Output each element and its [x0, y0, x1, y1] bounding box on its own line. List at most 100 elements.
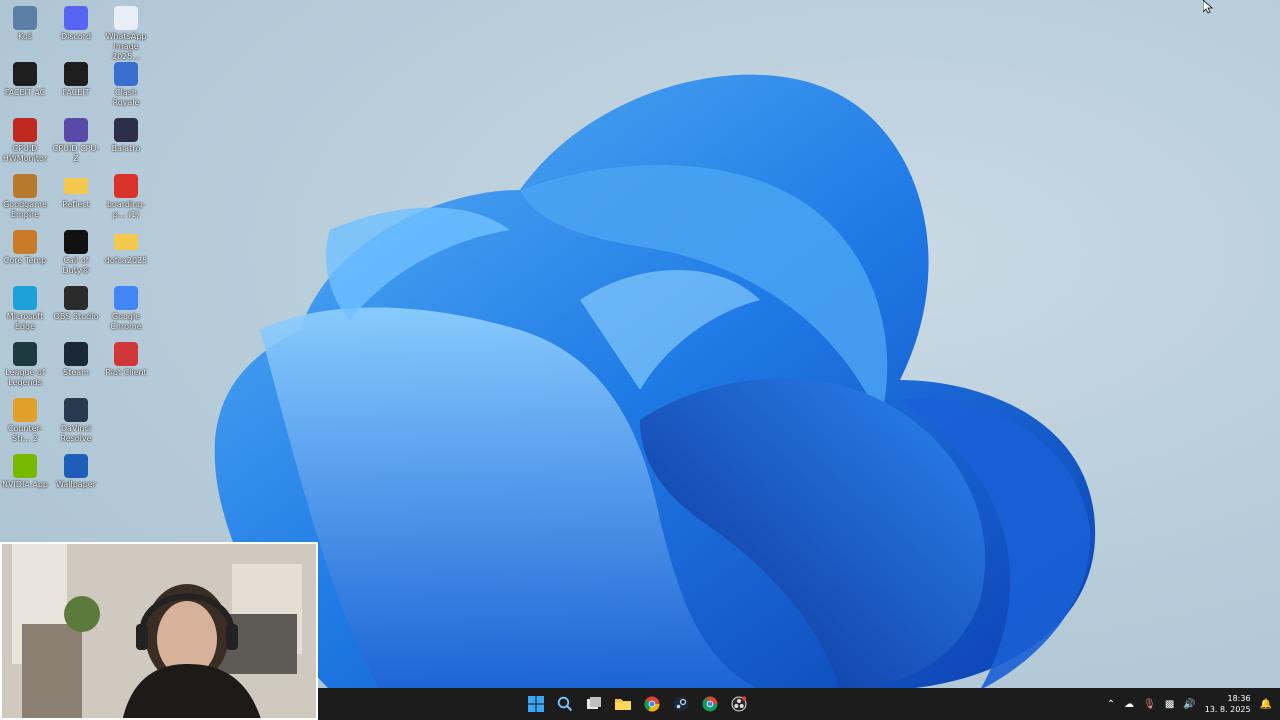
desktop-icon[interactable]: boarding-p... (1)	[101, 170, 151, 220]
desktop-icon-label: Microsoft Edge	[6, 312, 44, 331]
obs-button[interactable]	[727, 692, 751, 716]
clock-date: 13. 8. 2025	[1204, 705, 1251, 714]
webcam-feed-image	[2, 544, 316, 718]
volume-icon[interactable]: 🔊	[1183, 699, 1195, 710]
desktop-icon[interactable]: Microsoft Edge	[0, 282, 50, 332]
desktop-icon-label: Steam	[63, 368, 89, 377]
system-tray: ⌃ ☁ 🎙 ▩ 🔊 18:36 13. 8. 2025 🔔	[1107, 688, 1272, 720]
edge-icon	[13, 286, 37, 310]
desktop-icon[interactable]: dofca2025	[101, 226, 151, 266]
core-temp-icon	[13, 230, 37, 254]
league-icon	[13, 342, 37, 366]
webcam-overlay	[0, 542, 318, 720]
notification-icon[interactable]: 🔔	[1260, 699, 1272, 710]
chrome-icon	[702, 696, 718, 712]
obs-icon	[64, 286, 88, 310]
desktop-icon-label: Koš	[18, 32, 32, 41]
desktop-icon[interactable]: Riot Client	[101, 338, 151, 378]
desktop-icon[interactable]: Goodgame Empire	[0, 170, 50, 220]
folder-icon	[114, 234, 138, 250]
desktop-icon[interactable]: Counter-Str... 2	[0, 394, 50, 444]
file-explorer-button[interactable]	[611, 692, 635, 716]
desktop-icon-label: League of Legends	[5, 368, 45, 387]
cs2-icon	[13, 398, 37, 422]
nvidia-icon	[13, 454, 37, 478]
riot-client-icon	[114, 342, 138, 366]
desktop-icon[interactable]: Discord	[51, 2, 101, 42]
desktop-icon-label: OBS Studio	[53, 312, 99, 321]
windows-icon	[528, 696, 544, 712]
desktop-icon-label: Call of Duty®	[62, 256, 90, 275]
desktop-icon[interactable]: FACEIT AC	[0, 58, 50, 98]
search-button[interactable]	[553, 692, 577, 716]
desktop-icon[interactable]: FACEIT	[51, 58, 101, 98]
wallpaper-engine-icon	[64, 454, 88, 478]
clock-time: 18:36	[1227, 694, 1251, 703]
desktop-icon-label: dofca2025	[104, 256, 148, 265]
task-view-icon	[587, 697, 601, 709]
taskbar-apps	[524, 688, 751, 720]
desktop-icon[interactable]: WhatsApp Image 2025...	[101, 2, 151, 62]
folder-icon	[64, 178, 88, 194]
task-view-button[interactable]	[582, 692, 606, 716]
chrome-icon	[114, 286, 138, 310]
desktop-icon-label: Goodgame Empire	[3, 200, 47, 219]
folder-icon	[615, 699, 631, 710]
desktop-icon-label: DaVinci Resolve	[60, 424, 92, 443]
desktop-icon-label: Discord	[60, 32, 92, 41]
desktop-icon[interactable]: OBS Studio	[51, 282, 101, 322]
clock[interactable]: 18:36 13. 8. 2025	[1205, 693, 1251, 715]
discord-icon	[64, 6, 88, 30]
desktop-icon-label: Riot Client	[105, 368, 147, 377]
obs-icon	[731, 696, 747, 712]
desktop-icon[interactable]: NVIDIA App	[0, 450, 50, 490]
desktop-icon[interactable]: Core Temp	[0, 226, 50, 266]
recycle-bin-icon	[13, 6, 37, 30]
desktop-icon[interactable]: Google Chrome	[101, 282, 151, 332]
call-of-duty-icon	[64, 230, 88, 254]
desktop-icon[interactable]: CPUID CPU-Z	[51, 114, 101, 164]
mouse-cursor-icon	[1203, 0, 1213, 14]
desktop-icon-label: Wallpaper	[55, 480, 96, 489]
desktop-icon[interactable]: Balatro	[101, 114, 151, 154]
steam-icon	[64, 342, 88, 366]
pdf-icon	[114, 174, 138, 198]
desktop-icon[interactable]: Wallpaper	[51, 450, 101, 490]
image-file-icon	[114, 6, 138, 30]
desktop-icon-label: CPUID HWMonitor	[2, 144, 48, 163]
desktop-icon-label: boarding-p... (1)	[106, 200, 146, 219]
desktop-icon-label: Counter-Str... 2	[7, 424, 43, 443]
desktop-icon[interactable]: Koš	[0, 2, 50, 42]
taskbar: ⌃ ☁ 🎙 ▩ 🔊 18:36 13. 8. 2025 🔔	[318, 688, 1280, 720]
network-icon[interactable]: ▩	[1165, 699, 1174, 710]
chevron-up-icon[interactable]: ⌃	[1107, 699, 1115, 710]
hwmonitor-icon	[13, 118, 37, 142]
desktop-icon-label: Clash Royale	[112, 88, 140, 107]
faceit-ac-icon	[13, 62, 37, 86]
goodgame-empire-icon	[13, 174, 37, 198]
desktop-icon-label: Reflect	[62, 200, 90, 209]
chrome-button[interactable]	[640, 692, 664, 716]
desktop-icon-label: Core Temp	[3, 256, 47, 265]
desktop-icon-label: CPUID CPU-Z	[52, 144, 100, 163]
start-button[interactable]	[524, 692, 548, 716]
steam-button[interactable]	[669, 692, 693, 716]
onedrive-icon[interactable]: ☁	[1124, 699, 1134, 710]
chrome-icon	[644, 696, 660, 712]
balatro-icon	[114, 118, 138, 142]
desktop-icon[interactable]: Call of Duty®	[51, 226, 101, 276]
desktop-icon[interactable]: Clash Royale	[101, 58, 151, 108]
desktop-icon[interactable]: Steam	[51, 338, 101, 378]
microphone-icon[interactable]: 🎙	[1143, 699, 1156, 710]
faceit-icon	[64, 62, 88, 86]
desktop-icon-label: FACEIT	[62, 88, 90, 97]
desktop-icon-label: FACEIT AC	[4, 88, 46, 97]
clash-royale-icon	[114, 62, 138, 86]
desktop-icon[interactable]: League of Legends	[0, 338, 50, 388]
desktop-icon[interactable]: Reflect	[51, 170, 101, 210]
steam-icon	[673, 696, 689, 712]
desktop-icon[interactable]: CPUID HWMonitor	[0, 114, 50, 164]
desktop-icon[interactable]: DaVinci Resolve	[51, 394, 101, 444]
chrome-profile-button[interactable]	[698, 692, 722, 716]
desktop-icon-label: Balatro	[111, 144, 141, 153]
